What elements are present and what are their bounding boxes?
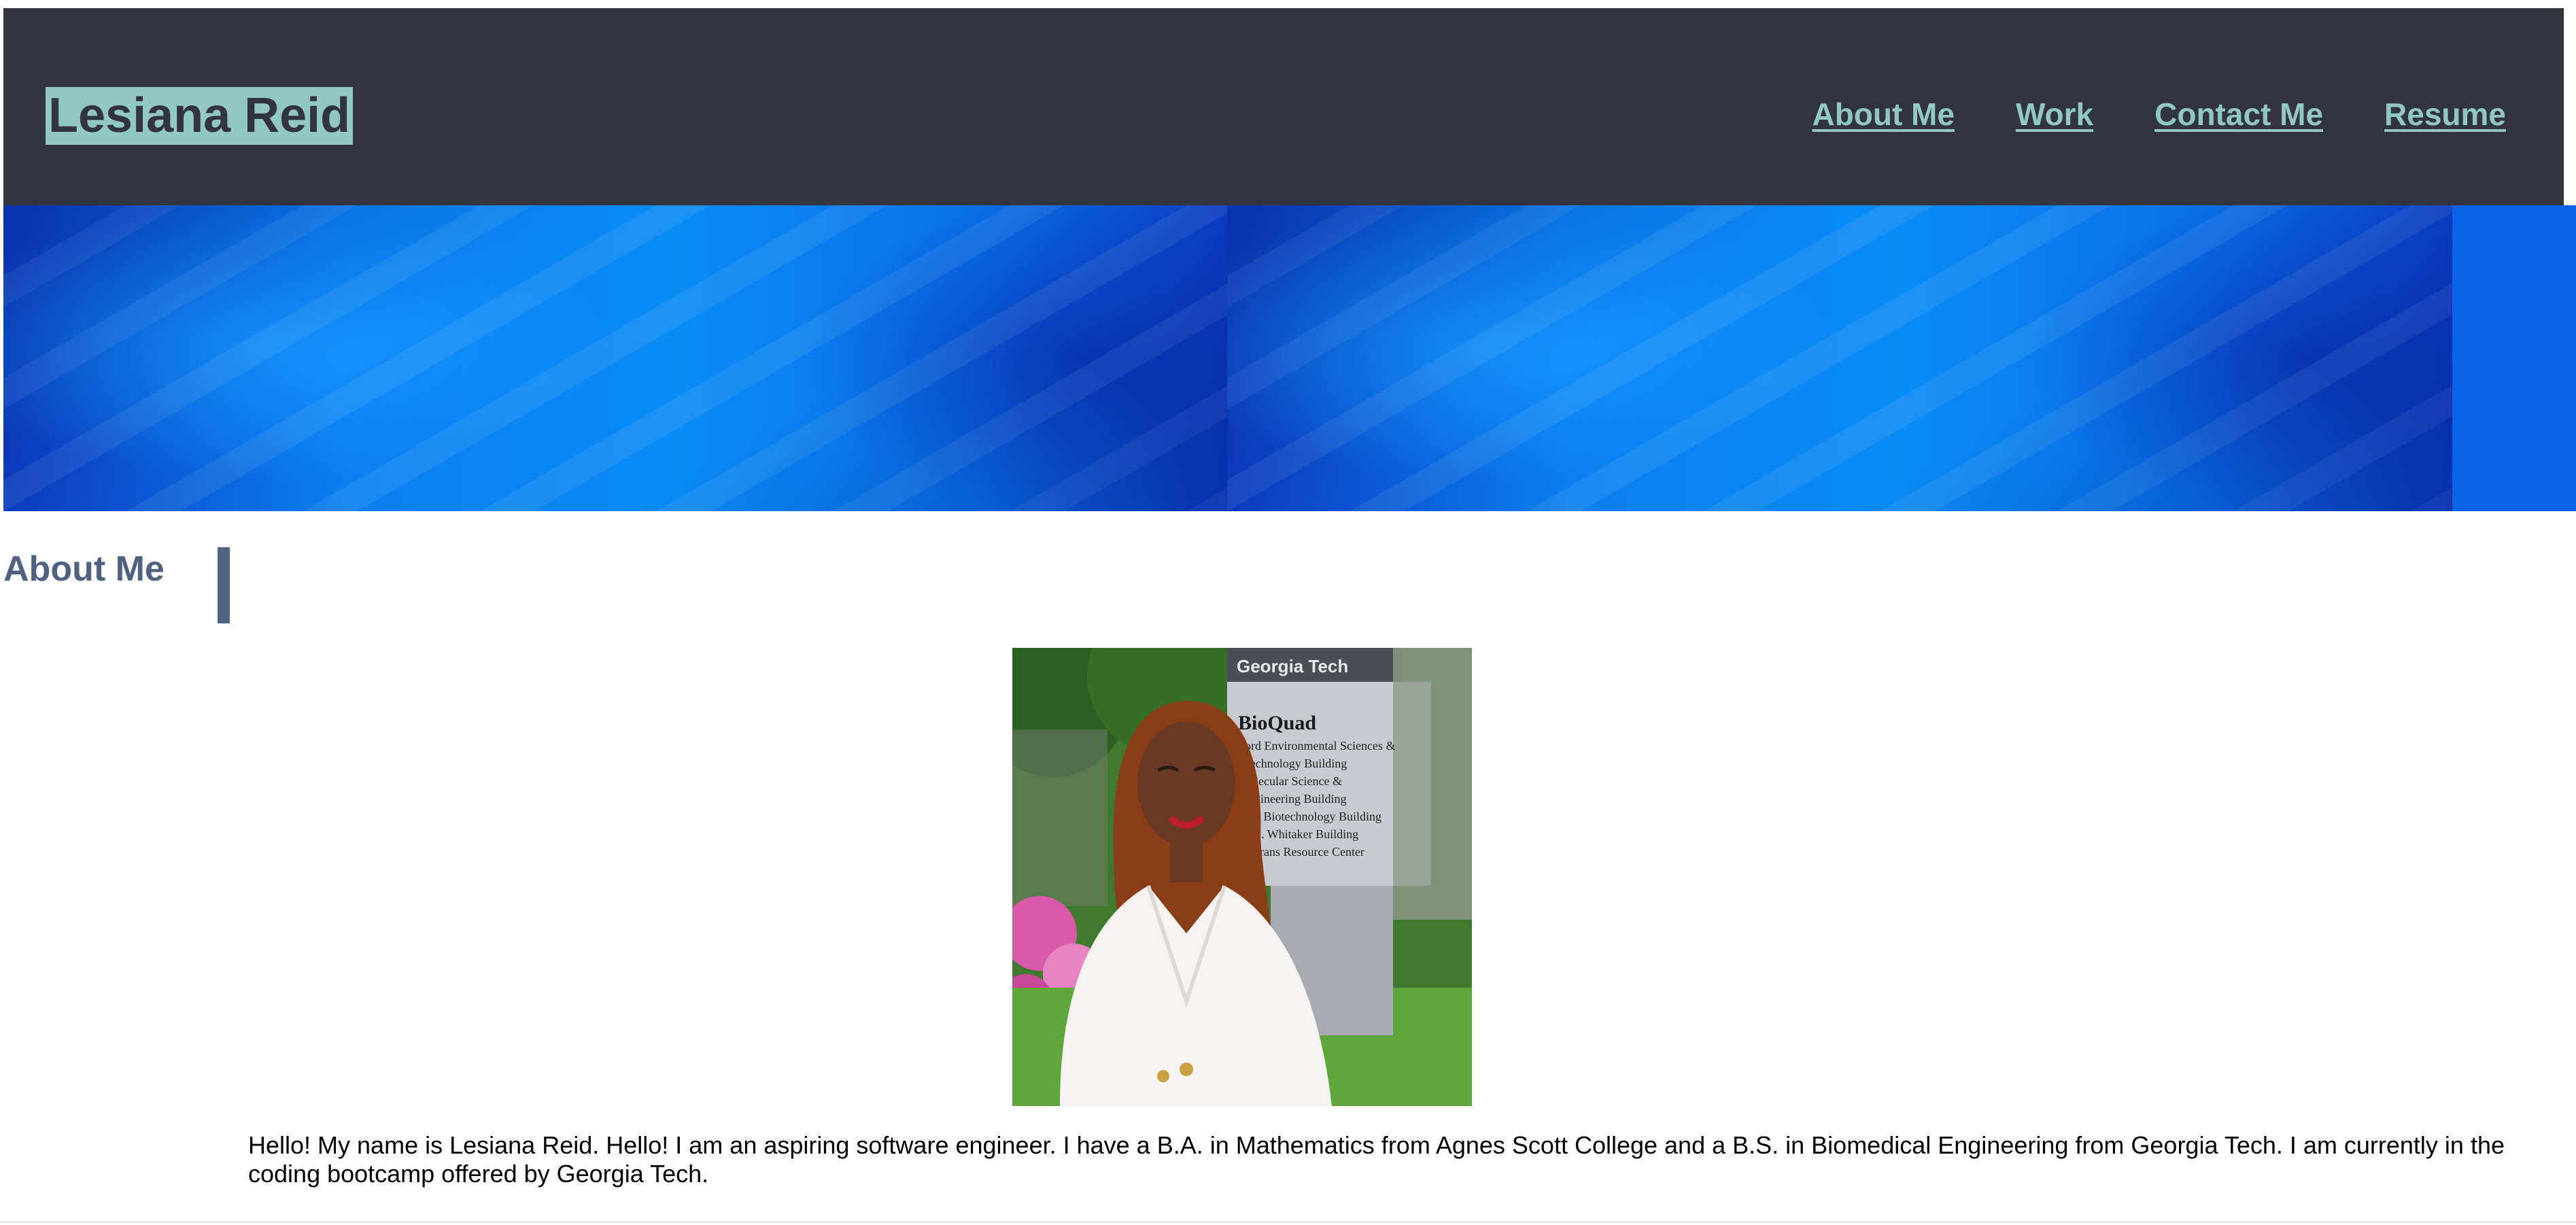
svg-text:Ford Environmental Sciences &: Ford Environmental Sciences &	[1238, 739, 1395, 753]
hero-banner-tile	[1227, 205, 2452, 511]
page-bottom-divider	[0, 1221, 2576, 1223]
nav-work[interactable]: Work	[2016, 92, 2093, 136]
about-heading: About Me	[3, 549, 165, 589]
hero-banner-tile	[3, 205, 1229, 511]
svg-text:Georgia Tech: Georgia Tech	[1237, 656, 1348, 676]
nav-about-me[interactable]: About Me	[1812, 92, 1955, 136]
heading-accent-bar	[218, 547, 230, 623]
svg-text:Technology Building: Technology Building	[1243, 757, 1347, 770]
hero-banner	[3, 205, 2576, 511]
nav-resume[interactable]: Resume	[2384, 92, 2506, 136]
site-brand[interactable]: Lesiana Reid	[46, 87, 354, 145]
profile-photo-illustration: Georgia Tech BioQuad Ford Environmental …	[1012, 648, 1472, 1106]
svg-text:BioQuad: BioQuad	[1238, 712, 1316, 734]
site-header: Lesiana Reid About Me Work Contact Me Re…	[3, 8, 2564, 205]
about-bio-text: Hello! My name is Lesiana Reid. Hello! I…	[248, 1131, 2505, 1188]
profile-photo: Georgia Tech BioQuad Ford Environmental …	[1012, 648, 1472, 1106]
portfolio-page: Lesiana Reid About Me Work Contact Me Re…	[0, 0, 2576, 1225]
main-nav: About Me Work Contact Me Resume	[1812, 92, 2506, 136]
nav-contact-me[interactable]: Contact Me	[2154, 92, 2323, 136]
